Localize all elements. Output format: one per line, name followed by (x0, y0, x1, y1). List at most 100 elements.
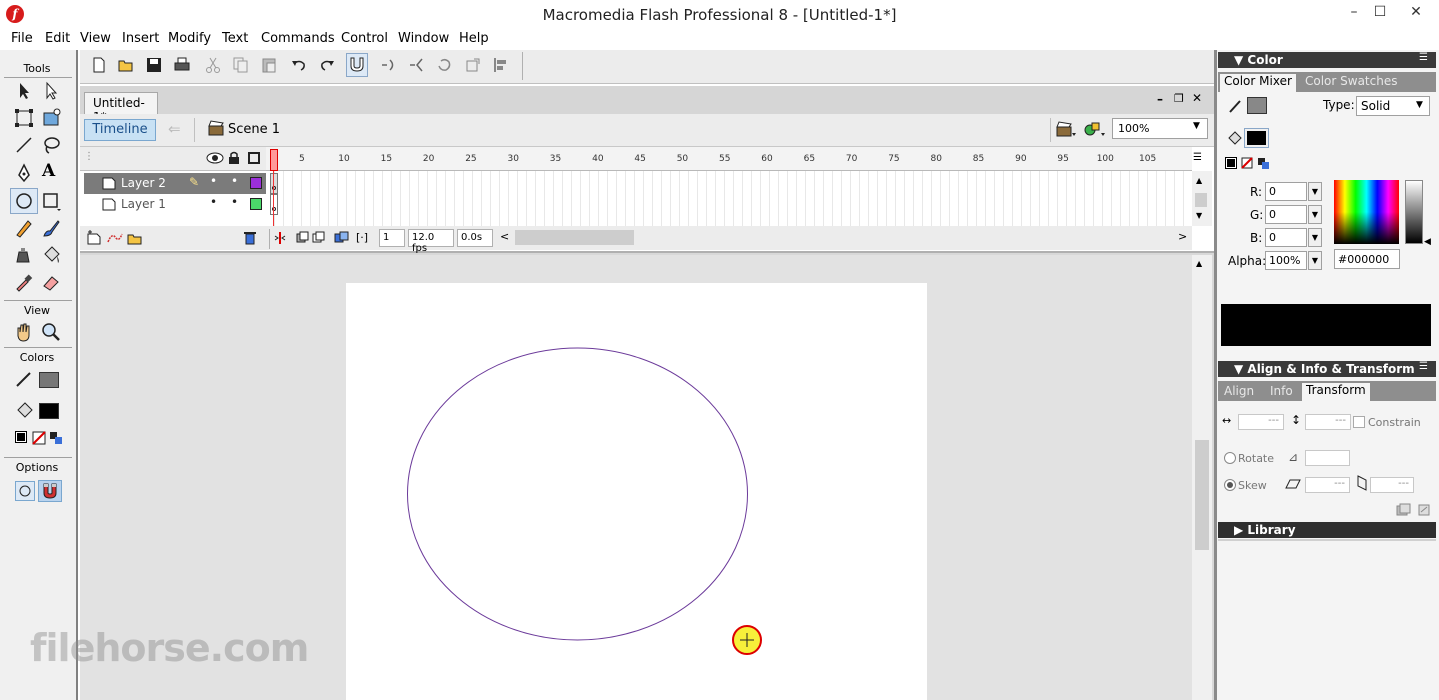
rectangle-tool-icon[interactable] (40, 190, 62, 212)
edit-multiple-frames-icon[interactable] (334, 231, 350, 245)
oval-shape[interactable] (405, 346, 750, 643)
alpha-field[interactable]: 100% (1265, 251, 1307, 270)
swap-colors-icon[interactable] (1257, 157, 1270, 170)
brightness-slider[interactable] (1405, 180, 1423, 244)
width-scale-field[interactable]: --- (1238, 414, 1284, 430)
panel-options-icon[interactable]: ☰ (1419, 361, 1428, 372)
menu-control[interactable]: Control (341, 31, 388, 46)
ink-bottle-tool-icon[interactable] (13, 244, 35, 266)
black-white-icon[interactable] (1225, 157, 1237, 169)
swap-colors-icon[interactable] (49, 431, 63, 445)
redo-icon[interactable] (318, 56, 336, 74)
rotate-radio[interactable] (1224, 452, 1236, 464)
lock-dot[interactable]: • (231, 174, 238, 188)
layer-name[interactable]: Layer 1 (121, 197, 166, 211)
show-hide-eye-icon[interactable] (206, 152, 224, 164)
color-spectrum-picker[interactable] (1334, 180, 1399, 244)
save-icon[interactable] (145, 56, 163, 74)
mixer-fill-swatch[interactable] (1247, 131, 1266, 145)
red-field[interactable]: 0 (1265, 182, 1307, 201)
paste-icon[interactable] (260, 56, 278, 74)
eraser-tool-icon[interactable] (40, 271, 62, 293)
gradient-transform-tool-icon[interactable] (40, 107, 62, 129)
tab-color-swatches[interactable]: Color Swatches (1305, 74, 1397, 88)
constrain-checkbox[interactable] (1353, 416, 1365, 428)
pen-tool-icon[interactable] (13, 162, 35, 184)
visibility-dot[interactable]: • (210, 174, 217, 188)
tab-info[interactable]: Info (1270, 384, 1293, 398)
menu-text[interactable]: Text (222, 31, 248, 46)
undo-icon[interactable] (290, 56, 308, 74)
brightness-pointer-icon[interactable]: ◀ (1424, 237, 1431, 247)
visibility-dot[interactable]: • (210, 195, 217, 209)
black-white-icon[interactable] (15, 431, 27, 443)
edit-scene-icon[interactable] (1055, 120, 1077, 138)
red-stepper[interactable]: ▼ (1308, 182, 1322, 201)
tab-align[interactable]: Align (1224, 384, 1254, 398)
keyframe-layer-2[interactable] (270, 173, 278, 194)
reset-transform-icon[interactable] (1416, 503, 1432, 517)
center-frame-icon[interactable] (274, 231, 286, 245)
timeline-toggle-button[interactable]: Timeline (84, 119, 156, 141)
menu-window[interactable]: Window (398, 31, 449, 46)
green-field[interactable]: 0 (1265, 205, 1307, 224)
free-transform-tool-icon[interactable] (13, 107, 35, 129)
no-color-icon[interactable] (1241, 157, 1253, 169)
layer-outline-color-swatch[interactable] (250, 198, 262, 210)
rotate-icon[interactable] (436, 56, 454, 74)
no-color-icon[interactable] (32, 431, 46, 445)
stage-vscroll-thumb[interactable] (1195, 440, 1209, 550)
mixer-stroke-swatch[interactable] (1247, 97, 1267, 114)
modify-markers-icon[interactable]: [·] (356, 231, 368, 244)
subselection-tool-icon[interactable] (40, 80, 62, 102)
transform-panel-header[interactable]: ▼ Align & Info & Transform (1218, 361, 1436, 377)
menu-commands[interactable]: Commands (261, 31, 335, 46)
rotate-field[interactable] (1305, 450, 1350, 466)
doc-minimize-icon[interactable]: – (1157, 92, 1163, 106)
text-tool-icon[interactable]: A (42, 161, 55, 181)
frames-grid[interactable] (266, 171, 1192, 226)
stroke-color-icon[interactable] (1227, 98, 1243, 114)
skew-vertical-field[interactable]: --- (1370, 477, 1414, 493)
back-arrow-icon[interactable]: ⇐ (168, 120, 181, 138)
lock-icon[interactable] (228, 151, 240, 165)
timeline-hscroll-thumb[interactable] (515, 230, 634, 245)
smooth-icon[interactable] (380, 56, 398, 74)
close-button[interactable]: ✕ (1396, 0, 1436, 26)
document-tab[interactable]: Untitled-1* (84, 92, 158, 124)
brush-tool-icon[interactable] (40, 217, 62, 239)
cut-icon[interactable] (204, 56, 222, 74)
hand-tool-icon[interactable] (13, 321, 35, 343)
minimize-button[interactable]: – (1340, 0, 1368, 26)
straighten-icon[interactable] (408, 56, 426, 74)
stroke-color-swatch[interactable] (39, 372, 59, 388)
green-stepper[interactable]: ▼ (1308, 205, 1322, 224)
stroke-color-icon[interactable] (13, 368, 35, 390)
selection-tool-icon[interactable] (13, 80, 35, 102)
add-motion-guide-icon[interactable] (106, 230, 124, 246)
menu-file[interactable]: File (11, 31, 33, 46)
playhead[interactable] (270, 149, 278, 171)
copy-and-apply-icon[interactable] (1395, 503, 1411, 517)
timeline-vscroll-thumb[interactable] (1195, 193, 1207, 207)
layer-outline-color-swatch[interactable] (250, 177, 262, 189)
height-scale-field[interactable]: --- (1305, 414, 1351, 430)
print-icon[interactable] (173, 56, 191, 74)
zoom-tool-icon[interactable] (40, 321, 62, 343)
doc-close-icon[interactable]: ✕ (1192, 91, 1202, 105)
menu-help[interactable]: Help (459, 31, 489, 46)
blue-field[interactable]: 0 (1265, 228, 1307, 247)
scroll-left-icon[interactable]: < (500, 230, 509, 243)
menu-insert[interactable]: Insert (122, 31, 159, 46)
menu-modify[interactable]: Modify (168, 31, 211, 46)
scroll-up-icon[interactable]: ▲ (1196, 259, 1202, 268)
paint-bucket-tool-icon[interactable] (40, 244, 62, 266)
maximize-button[interactable]: ☐ (1366, 0, 1394, 26)
timeline-menu-icon[interactable]: ☰ (1193, 152, 1202, 163)
menu-view[interactable]: View (80, 31, 111, 46)
scroll-up-icon[interactable]: ▲ (1196, 176, 1202, 185)
timeline-grip[interactable]: ⋮ (84, 151, 94, 162)
layer-name[interactable]: Layer 2 (121, 176, 166, 190)
layer-row-1[interactable]: Layer 1 • • (84, 194, 266, 215)
line-tool-icon[interactable] (13, 134, 35, 156)
